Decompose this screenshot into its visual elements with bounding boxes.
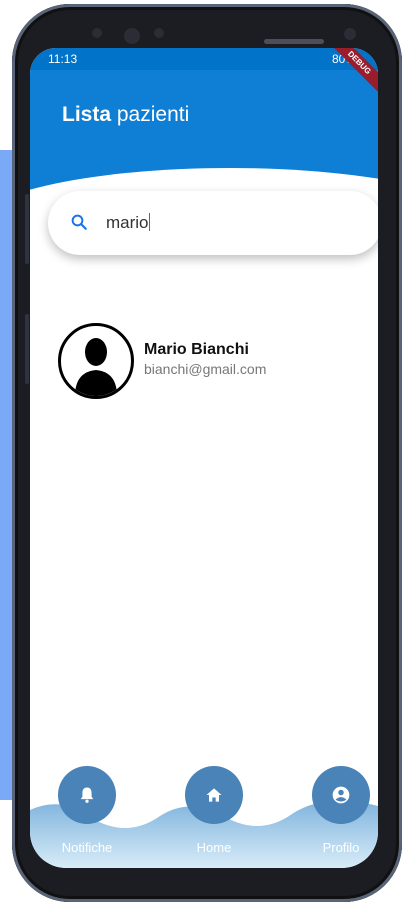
sensor-dot <box>154 28 164 38</box>
account-circle-icon <box>332 786 350 804</box>
search-value-wrap: mario <box>106 213 150 233</box>
patient-email: bianchi@gmail.com <box>144 361 267 377</box>
patient-list-item[interactable]: Mario Bianchi bianchi@gmail.com <box>58 323 358 399</box>
bixby-button <box>25 314 29 384</box>
avatar <box>58 323 134 399</box>
status-time: 11:13 <box>48 52 78 66</box>
bottom-navigation: Notifiche Home Profilo <box>30 758 378 868</box>
page-title-bold: Lista <box>62 103 112 126</box>
page-title: Lista pazienti <box>62 103 189 127</box>
sensor-dot <box>124 28 140 44</box>
sensor-dot <box>92 28 102 38</box>
home-icon <box>206 788 222 802</box>
search-input[interactable]: mario <box>48 191 378 255</box>
nav-label-home[interactable]: Home <box>174 840 254 855</box>
text-caret <box>148 213 150 231</box>
nav-button-home[interactable] <box>185 766 243 824</box>
page-title-rest: pazienti <box>116 103 190 126</box>
nav-label-notifiche[interactable]: Notifiche <box>47 840 127 855</box>
nav-button-notifiche[interactable] <box>58 766 116 824</box>
nav-label-profilo[interactable]: Profilo <box>301 840 378 855</box>
search-icon <box>70 213 88 236</box>
earpiece-speaker <box>264 39 324 44</box>
volume-button <box>25 194 29 264</box>
nav-button-profilo[interactable] <box>312 766 370 824</box>
search-value: mario <box>106 213 149 232</box>
bell-icon <box>80 787 94 803</box>
status-bar: 11:13 80% DEBUG <box>30 48 378 100</box>
app-screen: 11:13 80% DEBUG Lista pazienti mario Mar… <box>30 48 378 868</box>
front-camera <box>344 28 356 40</box>
patient-name: Mario Bianchi <box>144 341 249 358</box>
